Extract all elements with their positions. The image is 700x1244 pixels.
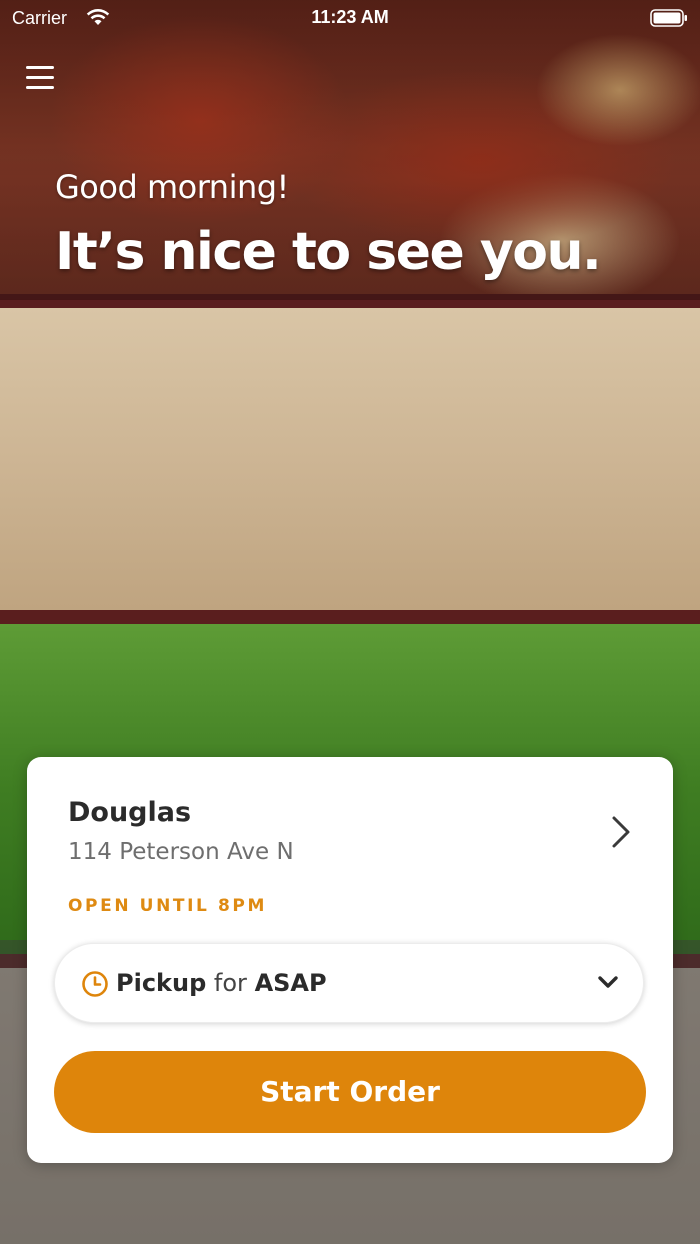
welcome-headline: It’s nice to see you.: [55, 222, 602, 282]
greeting-text: Good morning!: [55, 168, 289, 206]
order-time-label: ASAP: [254, 969, 327, 997]
status-bar: Carrier 11:23 AM: [0, 0, 700, 36]
order-mode-label: Pickup: [116, 969, 207, 997]
order-mode-connector: for: [213, 969, 247, 997]
order-mode-text: Pickup for ASAP: [116, 969, 327, 997]
store-hours: OPEN UNTIL 8PM: [68, 896, 267, 916]
store-address: 114 Peterson Ave N: [68, 839, 294, 865]
store-selector[interactable]: Douglas 114 Peterson Ave N: [27, 757, 673, 877]
hamburger-menu-icon[interactable]: [26, 66, 56, 92]
chevron-right-icon: [612, 816, 630, 848]
status-time: 11:23 AM: [311, 7, 389, 27]
home-screen: Carrier 11:23 AM Good morning! It’s nice…: [0, 0, 700, 1244]
start-order-button[interactable]: Start Order: [54, 1051, 646, 1133]
store-name: Douglas: [68, 797, 192, 828]
chevron-down-icon: [598, 976, 618, 988]
order-mode-select[interactable]: Pickup for ASAP: [54, 943, 644, 1023]
clock-icon: [82, 971, 108, 997]
store-card: Douglas 114 Peterson Ave N OPEN UNTIL 8P…: [27, 757, 673, 1163]
sandwich-photo: [0, 308, 700, 610]
battery-icon: [650, 9, 687, 27]
